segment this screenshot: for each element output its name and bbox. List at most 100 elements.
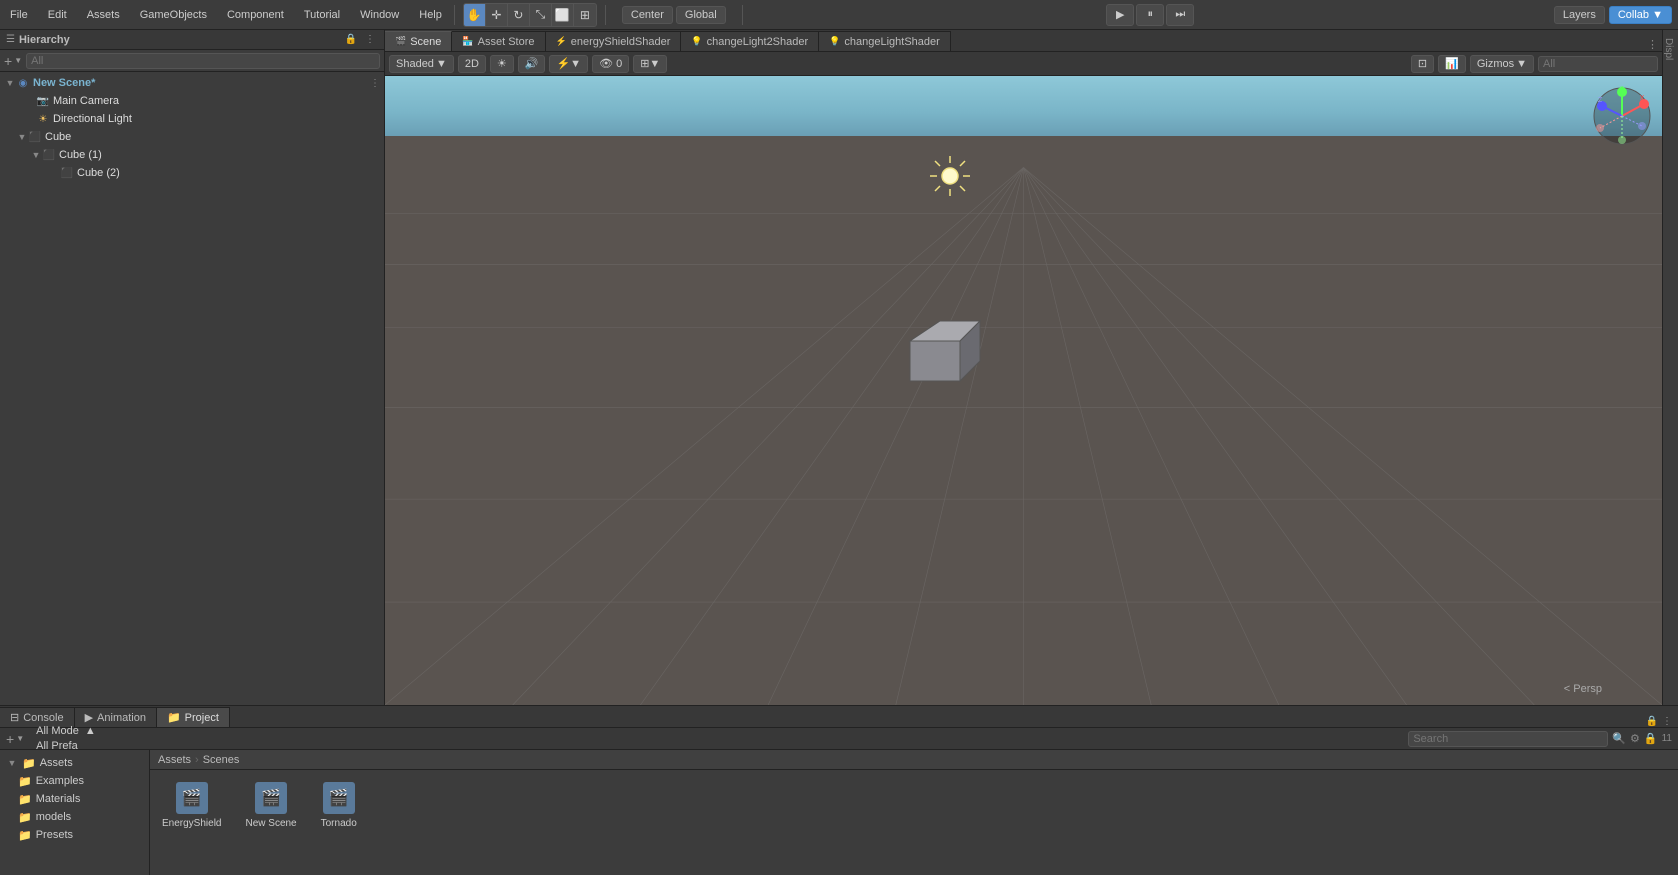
- menu-assets[interactable]: Assets: [83, 7, 124, 23]
- energyshield-label: EnergyShield: [162, 818, 221, 829]
- sidebar-presets[interactable]: 📁 Presets: [0, 826, 149, 844]
- play-controls: ▶ ⏸ ⏭: [1106, 4, 1194, 26]
- tree-item-cube[interactable]: ▼ ⬛ Cube: [0, 128, 384, 146]
- scene-tab-label: Scene: [410, 36, 441, 48]
- animation-icon: ▶: [85, 711, 93, 724]
- tornado-icon: 🎬: [323, 782, 355, 814]
- sidebar-assets[interactable]: ▼ 📁 Assets: [0, 754, 149, 772]
- tab-project[interactable]: 📁 Project: [157, 707, 230, 727]
- tree-item-cube1[interactable]: ▼ ⬛ Cube (1): [0, 146, 384, 164]
- tab-changelight[interactable]: 💡 changeLightShader: [819, 31, 951, 51]
- light-toggle[interactable]: ☀: [490, 55, 514, 73]
- tabs-bar: 🎬 Scene 🏪 Asset Store ⚡ energyShieldShad…: [385, 30, 1662, 52]
- scene-more[interactable]: ⋮: [370, 78, 380, 89]
- move-tool[interactable]: ✛: [486, 4, 508, 26]
- orientation-gizmo[interactable]: X Y Z: [1592, 86, 1652, 146]
- sidebar-examples[interactable]: 📁 Examples: [0, 772, 149, 790]
- tab-energy-shader[interactable]: ⚡ energyShieldShader: [546, 31, 682, 51]
- hierarchy-more[interactable]: ⋮: [362, 33, 378, 46]
- shaded-dropdown[interactable]: Shaded ▼: [389, 55, 454, 73]
- rect-tool[interactable]: ⬜: [552, 4, 574, 26]
- cube1-label: Cube (1): [59, 149, 102, 161]
- bottom-more-btn[interactable]: ⋮: [1662, 716, 1672, 727]
- tree-item-directional-light[interactable]: ▶ ☀ Directional Light: [0, 110, 384, 128]
- project-add-btn[interactable]: +▼: [6, 731, 24, 747]
- tree-item-main-camera[interactable]: ▶ 📷 Main Camera: [0, 92, 384, 110]
- play-button[interactable]: ▶: [1106, 4, 1134, 26]
- sidebar-models[interactable]: 📁 models: [0, 808, 149, 826]
- menu-component[interactable]: Component: [223, 7, 288, 23]
- console-icon: ⊟: [10, 711, 19, 724]
- models-folder-icon: 📁: [18, 811, 32, 824]
- center-btn[interactable]: Center: [622, 6, 673, 24]
- scale-tool[interactable]: ⤡: [530, 4, 552, 26]
- svg-text:Z: Z: [1598, 97, 1603, 104]
- stats-btn[interactable]: 📊: [1438, 55, 1466, 73]
- project-search-input[interactable]: [1408, 731, 1608, 747]
- scene-search-input[interactable]: [1538, 56, 1658, 72]
- file-new-scene[interactable]: 🎬 New Scene: [241, 778, 300, 833]
- tree-item-new-scene[interactable]: ▼ ◉ New Scene* ⋮: [0, 74, 384, 92]
- file-energyshield[interactable]: 🎬 EnergyShield: [158, 778, 225, 833]
- effects-toggle[interactable]: ⚡▼: [549, 55, 588, 73]
- menu-help[interactable]: Help: [415, 7, 446, 23]
- menu-file[interactable]: File: [6, 7, 32, 23]
- tree-item-cube2[interactable]: ▶ ⬛ Cube (2): [0, 164, 384, 182]
- project-label: Project: [185, 712, 219, 724]
- scene-label: New Scene*: [33, 77, 95, 89]
- svg-text:X: X: [1640, 95, 1645, 102]
- hierarchy-header: ☰ Hierarchy 🔒 ⋮: [0, 30, 384, 50]
- hand-tool[interactable]: ✋: [464, 4, 486, 26]
- hierarchy-search-bar: +▼: [0, 50, 384, 72]
- materials-label: Materials: [36, 793, 81, 805]
- rotate-tool[interactable]: ↻: [508, 4, 530, 26]
- menu-tutorial[interactable]: Tutorial: [300, 7, 344, 23]
- project-settings-icon[interactable]: ⚙: [1630, 732, 1640, 745]
- project-sidebar: ▼ 📁 Assets 📁 Examples 📁 Materials 📁 mode…: [0, 750, 150, 875]
- menu-gameobject[interactable]: GameObjects: [136, 7, 211, 23]
- sun-gizmo: [925, 151, 975, 201]
- transform-tool[interactable]: ⊞: [574, 4, 596, 26]
- hierarchy-add-btn[interactable]: +▼: [4, 53, 22, 69]
- file-tornado[interactable]: 🎬 Tornado: [317, 778, 361, 833]
- tab-changelight2[interactable]: 💡 changeLight2Shader: [681, 31, 819, 51]
- maximize-btn[interactable]: ⊡: [1411, 55, 1434, 73]
- menu-window[interactable]: Window: [356, 7, 403, 23]
- bottom-lock-btn[interactable]: 🔒: [1646, 716, 1658, 727]
- main-layout: ☰ Hierarchy 🔒 ⋮ +▼ ▼ ◉ New Scene* ⋮ ▶: [0, 30, 1678, 705]
- tree-arrow-cube1: ▼: [30, 150, 42, 160]
- project-lock-icon[interactable]: 🔒: [1644, 732, 1658, 745]
- tabs-more[interactable]: ⋮: [1643, 38, 1662, 51]
- cube-icon: ⬛: [28, 130, 42, 144]
- collab-button[interactable]: Collab ▼: [1609, 6, 1672, 24]
- cube1-icon: ⬛: [42, 148, 56, 162]
- global-btn[interactable]: Global: [676, 6, 726, 24]
- breadcrumb-scenes[interactable]: Scenes: [203, 754, 240, 766]
- tab-asset-store[interactable]: 🏪 Asset Store: [452, 31, 545, 51]
- sky: [385, 76, 1662, 136]
- divider-1: [454, 5, 455, 25]
- hierarchy-panel: ☰ Hierarchy 🔒 ⋮ +▼ ▼ ◉ New Scene* ⋮ ▶: [0, 30, 385, 705]
- all-mode-btn[interactable]: All Mode ▲: [32, 724, 100, 738]
- assets-folder-icon: 📁: [22, 757, 36, 770]
- pause-button[interactable]: ⏸: [1136, 4, 1164, 26]
- grid-btn[interactable]: ⊞▼: [633, 55, 667, 73]
- menu-bar: File Edit Assets GameObjects Component T…: [6, 7, 446, 23]
- breadcrumb-assets[interactable]: Assets: [158, 754, 191, 766]
- menu-edit[interactable]: Edit: [44, 7, 71, 23]
- sidebar-materials[interactable]: 📁 Materials: [0, 790, 149, 808]
- gizmos-dropdown[interactable]: Gizmos ▼: [1470, 55, 1534, 73]
- step-button[interactable]: ⏭: [1166, 4, 1194, 26]
- hierarchy-search-input[interactable]: [26, 53, 380, 69]
- camera-btn[interactable]: 👁 0: [592, 55, 629, 73]
- scene-icon: ◉: [16, 76, 30, 90]
- hierarchy-lock[interactable]: 🔒: [342, 33, 360, 46]
- 2d-btn[interactable]: 2D: [458, 55, 486, 73]
- layers-button[interactable]: Layers: [1554, 6, 1605, 24]
- bottom-content: ▼ 📁 Assets 📁 Examples 📁 Materials 📁 mode…: [0, 750, 1678, 875]
- energy-tab-icon: ⚡: [556, 36, 567, 47]
- audio-toggle[interactable]: 🔊: [518, 55, 546, 73]
- viewport[interactable]: X Y Z < Persp: [385, 76, 1662, 705]
- tab-scene[interactable]: 🎬 Scene: [385, 31, 452, 51]
- models-label: models: [36, 811, 71, 823]
